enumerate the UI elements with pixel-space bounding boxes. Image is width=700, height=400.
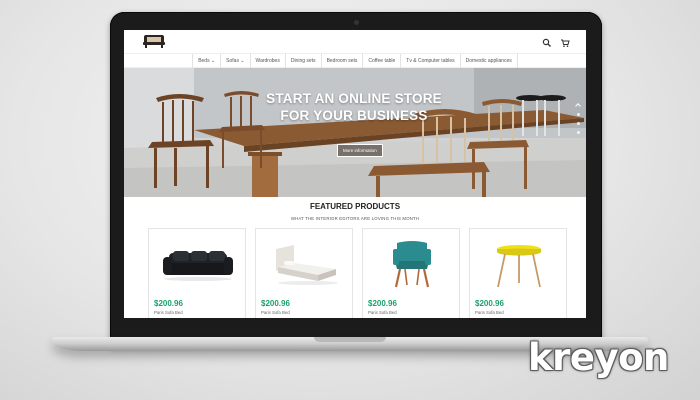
black-sofa-image [163,251,233,281]
top-bar [124,30,586,54]
dining-room-photo [124,68,586,197]
cart-icon[interactable] [560,35,570,47]
product-name[interactable]: Paris Sofa Bed [368,310,397,315]
product-name[interactable]: Paris Sofa Bed [154,310,183,315]
product-grid: $200.96 Paris Sofa Bed $200.96 Paris Sof… [148,228,567,318]
nav-item-wardrobes[interactable]: Wardrobes [251,53,286,68]
laptop-notch [314,337,386,342]
hero-title: START AN ONLINE STORE FOR YOUR BUSINESS [244,90,464,124]
product-price: $200.96 [475,299,504,308]
nav-item-coffee-table[interactable]: Coffee table [363,53,402,68]
slider-dot[interactable] [577,131,580,134]
product-card[interactable]: $200.96 Paris Sofa Bed [362,228,460,318]
product-name[interactable]: Paris Sofa Bed [261,310,290,315]
nav-item-sofas[interactable]: Sofas ⌄ [221,53,251,68]
sofa-logo-icon[interactable] [142,33,166,49]
nav-item-domestic-appliances[interactable]: Domestic appliances [461,53,518,68]
category-nav: Beds ⌄ Sofas ⌄ Wardrobes Dining sets Bed… [124,53,586,68]
nav-item-bedroom-sets[interactable]: Bedroom sets [322,53,364,68]
hero-title-line-1: START AN ONLINE STORE [266,91,442,106]
hero-banner: START AN ONLINE STORE FOR YOUR BUSINESS … [124,68,586,197]
featured-products-title: FEATURED PRODUCTS [309,202,401,211]
kreyon-brand-logo: kreyon [528,336,669,379]
product-price: $200.96 [368,299,397,308]
slider-dot[interactable] [577,122,580,125]
more-information-button[interactable]: More information [337,144,383,157]
search-icon[interactable] [542,35,552,47]
camera [354,20,359,25]
product-card[interactable]: $200.96 Paris Sofa Bed [469,228,567,318]
product-price: $200.96 [261,299,290,308]
product-card[interactable]: $200.96 Paris Sofa Bed [148,228,246,318]
white-bed-image [276,245,338,285]
product-name[interactable]: Paris Sofa Bed [475,310,504,315]
product-price: $200.96 [154,299,183,308]
nav-item-beds[interactable]: Beds ⌄ [192,53,222,68]
teal-armchair-image [393,241,431,288]
nav-item-dining-sets[interactable]: Dining sets [286,53,322,68]
featured-products-subtitle: WHAT THE INTERIOR EDITORS ARE LOVING THI… [290,216,420,221]
yellow-side-table-image [497,245,541,288]
hero-title-line-2: FOR YOUR BUSINESS [280,108,428,123]
slider-pagination [577,113,580,134]
product-card[interactable]: $200.96 Paris Sofa Bed [255,228,353,318]
screen: Beds ⌄ Sofas ⌄ Wardrobes Dining sets Bed… [124,30,586,318]
nav-item-tv-computer-tables[interactable]: Tv & Computer tables [401,53,461,68]
slider-dot[interactable] [577,113,580,116]
